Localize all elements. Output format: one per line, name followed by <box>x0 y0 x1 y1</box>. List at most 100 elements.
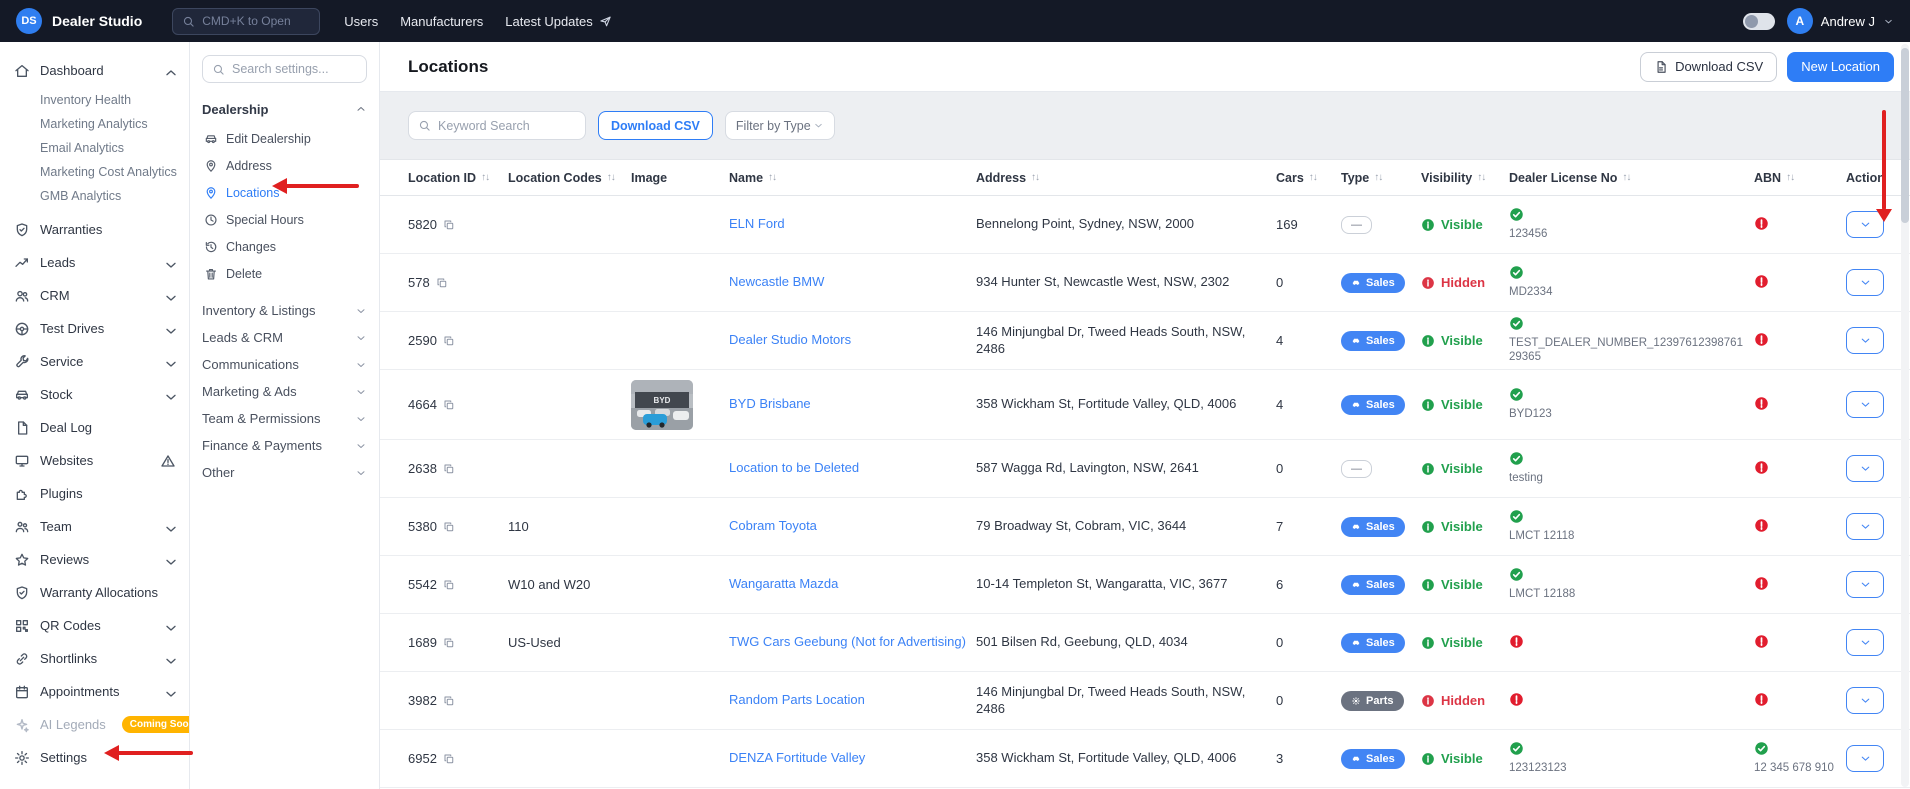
sidebar-item-ai-legends[interactable]: AI LegendsComing Soon <box>0 708 189 741</box>
row-action-dropdown-button[interactable] <box>1846 571 1884 598</box>
row-action-dropdown-button[interactable] <box>1846 513 1884 540</box>
settings-menu-item-locations[interactable]: Locations <box>202 179 367 206</box>
settings-section-leads-crm[interactable]: Leads & CRM <box>202 324 367 351</box>
column-header-visibility[interactable]: Visibility↑↓ <box>1421 171 1509 185</box>
location-name-link[interactable]: ELN Ford <box>729 216 976 233</box>
sidebar-subitem-gmb-analytics[interactable]: GMB Analytics <box>0 184 189 208</box>
top-nav-link-users[interactable]: Users <box>344 14 378 29</box>
copy-icon[interactable] <box>443 219 455 231</box>
sidebar-subitem-inventory-health[interactable]: Inventory Health <box>0 88 189 112</box>
sidebar-item-warranties[interactable]: Warranties <box>0 213 189 246</box>
sidebar-item-qr-codes[interactable]: QR Codes <box>0 609 189 642</box>
settings-menu-item-address[interactable]: Address <box>202 152 367 179</box>
download-csv-button-header[interactable]: Download CSV <box>1640 52 1777 82</box>
sidebar-item-dashboard[interactable]: Dashboard <box>0 54 189 87</box>
settings-section-marketing-ads[interactable]: Marketing & Ads <box>202 378 367 405</box>
settings-menu-item-special-hours[interactable]: Special Hours <box>202 206 367 233</box>
chevron-down-icon <box>1859 520 1872 533</box>
location-name-link[interactable]: Wangaratta Mazda <box>729 576 976 593</box>
location-name-link[interactable]: Random Parts Location <box>729 692 976 709</box>
column-header-abn[interactable]: ABN↑↓ <box>1754 171 1846 185</box>
location-name-link[interactable]: TWG Cars Geebung (Not for Advertising) <box>729 634 976 651</box>
location-name-link[interactable]: DENZA Fortitude Valley <box>729 750 976 767</box>
copy-icon[interactable] <box>443 463 455 475</box>
download-csv-button-toolbar[interactable]: Download CSV <box>598 111 713 140</box>
sidebar-item-shortlinks[interactable]: Shortlinks <box>0 642 189 675</box>
row-action-dropdown-button[interactable] <box>1846 269 1884 296</box>
column-header-dealer-license-no[interactable]: Dealer License No↑↓ <box>1509 171 1754 185</box>
shield-check-icon <box>14 585 30 601</box>
sidebar-item-stock[interactable]: Stock <box>0 378 189 411</box>
sidebar-item-appointments[interactable]: Appointments <box>0 675 189 708</box>
location-name-link[interactable]: Cobram Toyota <box>729 518 976 535</box>
location-name-link[interactable]: Dealer Studio Motors <box>729 332 976 349</box>
settings-menu-item-delete[interactable]: Delete <box>202 260 367 287</box>
shield-check-icon <box>14 222 30 238</box>
brand-logo[interactable]: DS <box>16 8 42 34</box>
column-header-address[interactable]: Address↑↓ <box>976 171 1276 185</box>
sidebar-item-service[interactable]: Service <box>0 345 189 378</box>
row-action-dropdown-button[interactable] <box>1846 745 1884 772</box>
column-header-location-id[interactable]: Location ID↑↓ <box>408 171 508 185</box>
keyword-search-input[interactable]: Keyword Search <box>408 111 586 140</box>
sidebar-subitem-marketing-analytics[interactable]: Marketing Analytics <box>0 112 189 136</box>
table-toolbar: Keyword Search Download CSV Filter by Ty… <box>380 92 1910 160</box>
scrollbar-thumb[interactable] <box>1901 48 1909 223</box>
settings-search-input[interactable]: Search settings... <box>202 55 367 83</box>
sidebar-item-crm[interactable]: CRM <box>0 279 189 312</box>
sidebar-item-test-drives[interactable]: Test Drives <box>0 312 189 345</box>
settings-section-inventory-listings[interactable]: Inventory & Listings <box>202 297 367 324</box>
sidebar-item-reviews[interactable]: Reviews <box>0 543 189 576</box>
location-name-link[interactable]: Newcastle BMW <box>729 274 976 291</box>
copy-icon[interactable] <box>443 399 455 411</box>
sidebar-subitem-email-analytics[interactable]: Email Analytics <box>0 136 189 160</box>
row-action-dropdown-button[interactable] <box>1846 629 1884 656</box>
copy-icon[interactable] <box>443 521 455 533</box>
copy-icon[interactable] <box>436 277 448 289</box>
sidebar-item-leads[interactable]: Leads <box>0 246 189 279</box>
column-header-name[interactable]: Name↑↓ <box>729 171 976 185</box>
primary-sidebar: DashboardInventory HealthMarketing Analy… <box>0 42 190 789</box>
location-address: 587 Wagga Rd, Lavington, NSW, 2641 <box>976 460 1276 477</box>
user-menu[interactable]: A Andrew J <box>1787 8 1894 34</box>
row-action-dropdown-button[interactable] <box>1846 687 1884 714</box>
row-action-dropdown-button[interactable] <box>1846 391 1884 418</box>
row-action-dropdown-button[interactable] <box>1846 327 1884 354</box>
settings-menu-item-edit-dealership[interactable]: Edit Dealership <box>202 125 367 152</box>
sidebar-item-warranty-allocations[interactable]: Warranty Allocations <box>0 576 189 609</box>
theme-toggle[interactable] <box>1743 13 1775 30</box>
settings-section-communications[interactable]: Communications <box>202 351 367 378</box>
top-nav-link-manufacturers[interactable]: Manufacturers <box>400 14 483 29</box>
filter-by-type-select[interactable]: Filter by Type <box>725 111 835 140</box>
sidebar-item-team[interactable]: Team <box>0 510 189 543</box>
settings-section-dealership[interactable]: Dealership <box>202 96 367 122</box>
sidebar-item-plugins[interactable]: Plugins <box>0 477 189 510</box>
exclamation-circle-icon <box>1754 332 1769 347</box>
chevron-down-icon <box>355 305 367 317</box>
copy-icon[interactable] <box>443 695 455 707</box>
settings-menu-item-changes[interactable]: Changes <box>202 233 367 260</box>
new-location-button[interactable]: New Location <box>1787 52 1894 82</box>
row-action-dropdown-button[interactable] <box>1846 211 1884 238</box>
settings-section-other[interactable]: Other <box>202 459 367 486</box>
sidebar-item-websites[interactable]: Websites <box>0 444 189 477</box>
settings-section-team-permissions[interactable]: Team & Permissions <box>202 405 367 432</box>
column-header-type[interactable]: Type↑↓ <box>1341 171 1421 185</box>
column-header-location-codes[interactable]: Location Codes↑↓ <box>508 171 631 185</box>
settings-section-finance-payments[interactable]: Finance & Payments <box>202 432 367 459</box>
copy-icon[interactable] <box>443 579 455 591</box>
copy-icon[interactable] <box>443 753 455 765</box>
location-name-link[interactable]: BYD Brisbane <box>729 396 976 413</box>
command-search-input[interactable]: CMD+K to Open <box>172 8 320 35</box>
top-nav-link-latest-updates[interactable]: Latest Updates <box>505 14 611 29</box>
location-name-link[interactable]: Location to be Deleted <box>729 460 976 477</box>
sidebar-item-deal-log[interactable]: Deal Log <box>0 411 189 444</box>
row-action-dropdown-button[interactable] <box>1846 455 1884 482</box>
check-circle-icon <box>1509 741 1524 756</box>
copy-icon[interactable] <box>443 335 455 347</box>
sidebar-item-settings[interactable]: Settings <box>0 741 189 774</box>
sidebar-subitem-marketing-cost-analytics[interactable]: Marketing Cost Analytics <box>0 160 189 184</box>
location-id: 2638 <box>408 461 437 476</box>
copy-icon[interactable] <box>443 637 455 649</box>
column-header-cars[interactable]: Cars↑↓ <box>1276 171 1341 185</box>
